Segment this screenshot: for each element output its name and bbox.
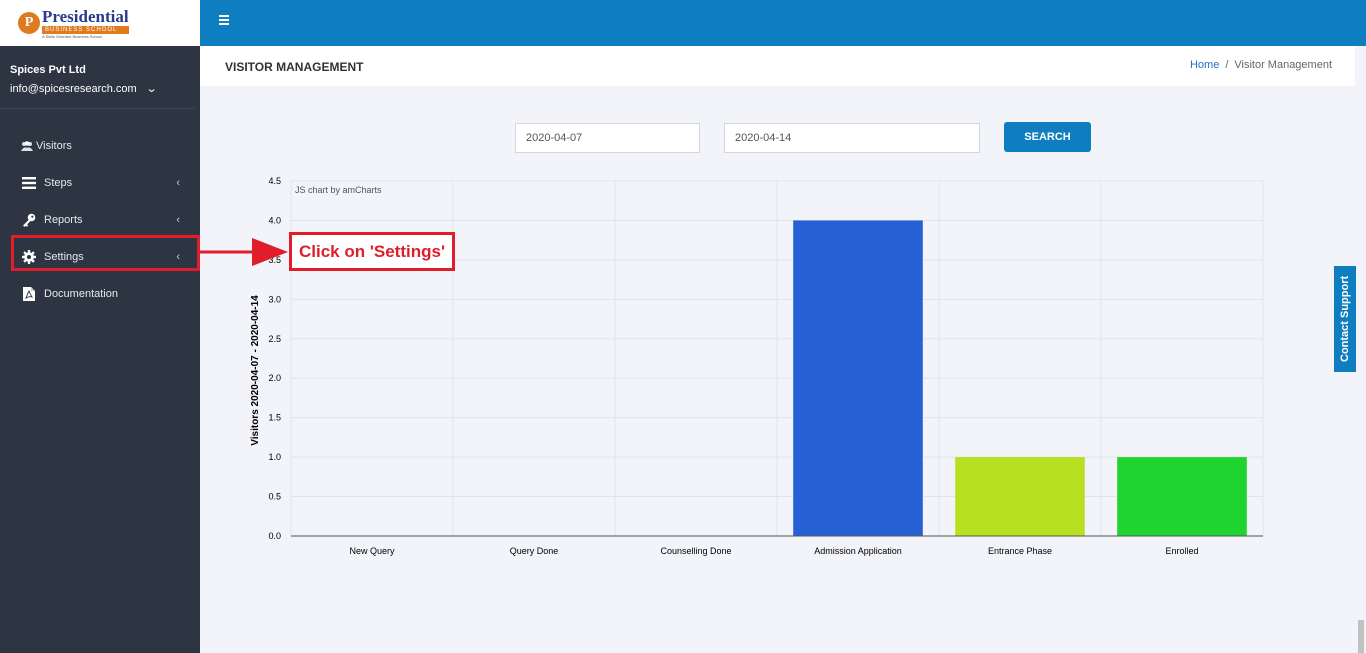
chevron-left-icon: ‹ [176, 176, 180, 189]
user-email: info@spicesresearch.com [10, 82, 137, 95]
chevron-left-icon: ‹ [176, 213, 180, 226]
x-tick-label: Counselling Done [660, 546, 731, 556]
user-email-row[interactable]: info@spicesresearch.com ⌄ [10, 82, 185, 96]
y-tick-label: 0.5 [268, 492, 281, 502]
y-tick-label: 3.0 [268, 294, 281, 304]
y-tick-label: 0.0 [268, 531, 281, 541]
y-tick-label: 1.5 [268, 413, 281, 423]
scrollbar-track[interactable] [1356, 46, 1366, 653]
sidebar-item-label: Steps [44, 176, 73, 189]
key-icon [20, 213, 38, 227]
breadcrumb: Home / Visitor Management [1190, 59, 1332, 71]
sidebar-item-label: Reports [44, 213, 83, 226]
top-navbar [200, 0, 1366, 46]
y-axis-label: Visitors 2020-04-07 - 2020-04-14 [250, 295, 261, 446]
user-company: Spices Pvt Ltd [10, 64, 86, 76]
x-tick-label: Enrolled [1165, 546, 1198, 556]
sidebar-menu: Visitors Steps ‹ Reports ‹ Settings ‹ Do… [0, 127, 200, 312]
page-header: VISITOR MANAGEMENT Home / Visitor Manageme… [200, 46, 1355, 86]
sidebar-item-reports[interactable]: Reports ‹ [0, 201, 200, 238]
logo-tagline: A Skills Oriented Business School [42, 33, 103, 39]
sidebar-item-visitors[interactable]: Visitors [0, 127, 200, 164]
chart-credit: JS chart by amCharts [295, 185, 382, 195]
x-tick-label: Query Done [510, 546, 559, 556]
sidebar-item-label: Visitors [36, 139, 72, 152]
user-block: Spices Pvt Ltd info@spicesresearch.com ⌄ [0, 46, 195, 109]
x-tick-label: New Query [349, 546, 395, 556]
contact-support-tab[interactable]: Contact Support [1334, 266, 1356, 372]
visitor-bar-chart: 0.00.51.01.52.02.53.03.54.04.5New Query Q… [250, 176, 1264, 556]
y-tick-label: 2.5 [268, 334, 281, 344]
annotation-callout: Click on 'Settings' [289, 232, 455, 271]
page-title: VISITOR MANAGEMENT [225, 60, 364, 74]
breadcrumb-current: Visitor Management [1234, 59, 1332, 71]
sidebar-item-documentation[interactable]: Documentation [0, 275, 200, 312]
chart-bar [955, 457, 1085, 536]
bars-icon [20, 176, 38, 189]
y-tick-label: 4.0 [268, 215, 281, 225]
sidebar-item-label: Documentation [44, 287, 118, 300]
chevron-down-icon[interactable]: ⌄ [145, 82, 157, 95]
y-tick-label: 1.0 [268, 452, 281, 462]
from-date-input[interactable] [515, 123, 700, 153]
logo-sub-text: BUSINESS SCHOOL [42, 25, 129, 34]
y-tick-label: 4.5 [268, 176, 281, 186]
hamburger-menu-icon[interactable] [219, 15, 229, 27]
search-button[interactable]: SEARCH [1004, 122, 1091, 152]
to-date-input[interactable] [724, 123, 980, 153]
users-icon [20, 140, 34, 151]
x-tick-label: Entrance Phase [988, 546, 1052, 556]
y-tick-label: 2.0 [268, 373, 281, 383]
chart-bar [1117, 457, 1247, 536]
sidebar: P Presidential BUSINESS SCHOOL A Skills … [0, 0, 200, 653]
annotation-arrow [200, 238, 288, 266]
logo-main-text: Presidential [42, 6, 129, 26]
breadcrumb-separator: / [1225, 59, 1229, 71]
x-tick-label: Admission Application [814, 546, 902, 556]
chart-bar [793, 220, 923, 536]
scrollbar-thumb[interactable] [1358, 620, 1364, 653]
settings-highlight-box [11, 235, 200, 271]
logo-mark: P [18, 12, 40, 34]
logo[interactable]: P Presidential BUSINESS SCHOOL A Skills … [0, 0, 200, 46]
sidebar-item-steps[interactable]: Steps ‹ [0, 164, 200, 201]
breadcrumb-home-link[interactable]: Home [1190, 59, 1219, 71]
file-pdf-icon [20, 286, 38, 301]
